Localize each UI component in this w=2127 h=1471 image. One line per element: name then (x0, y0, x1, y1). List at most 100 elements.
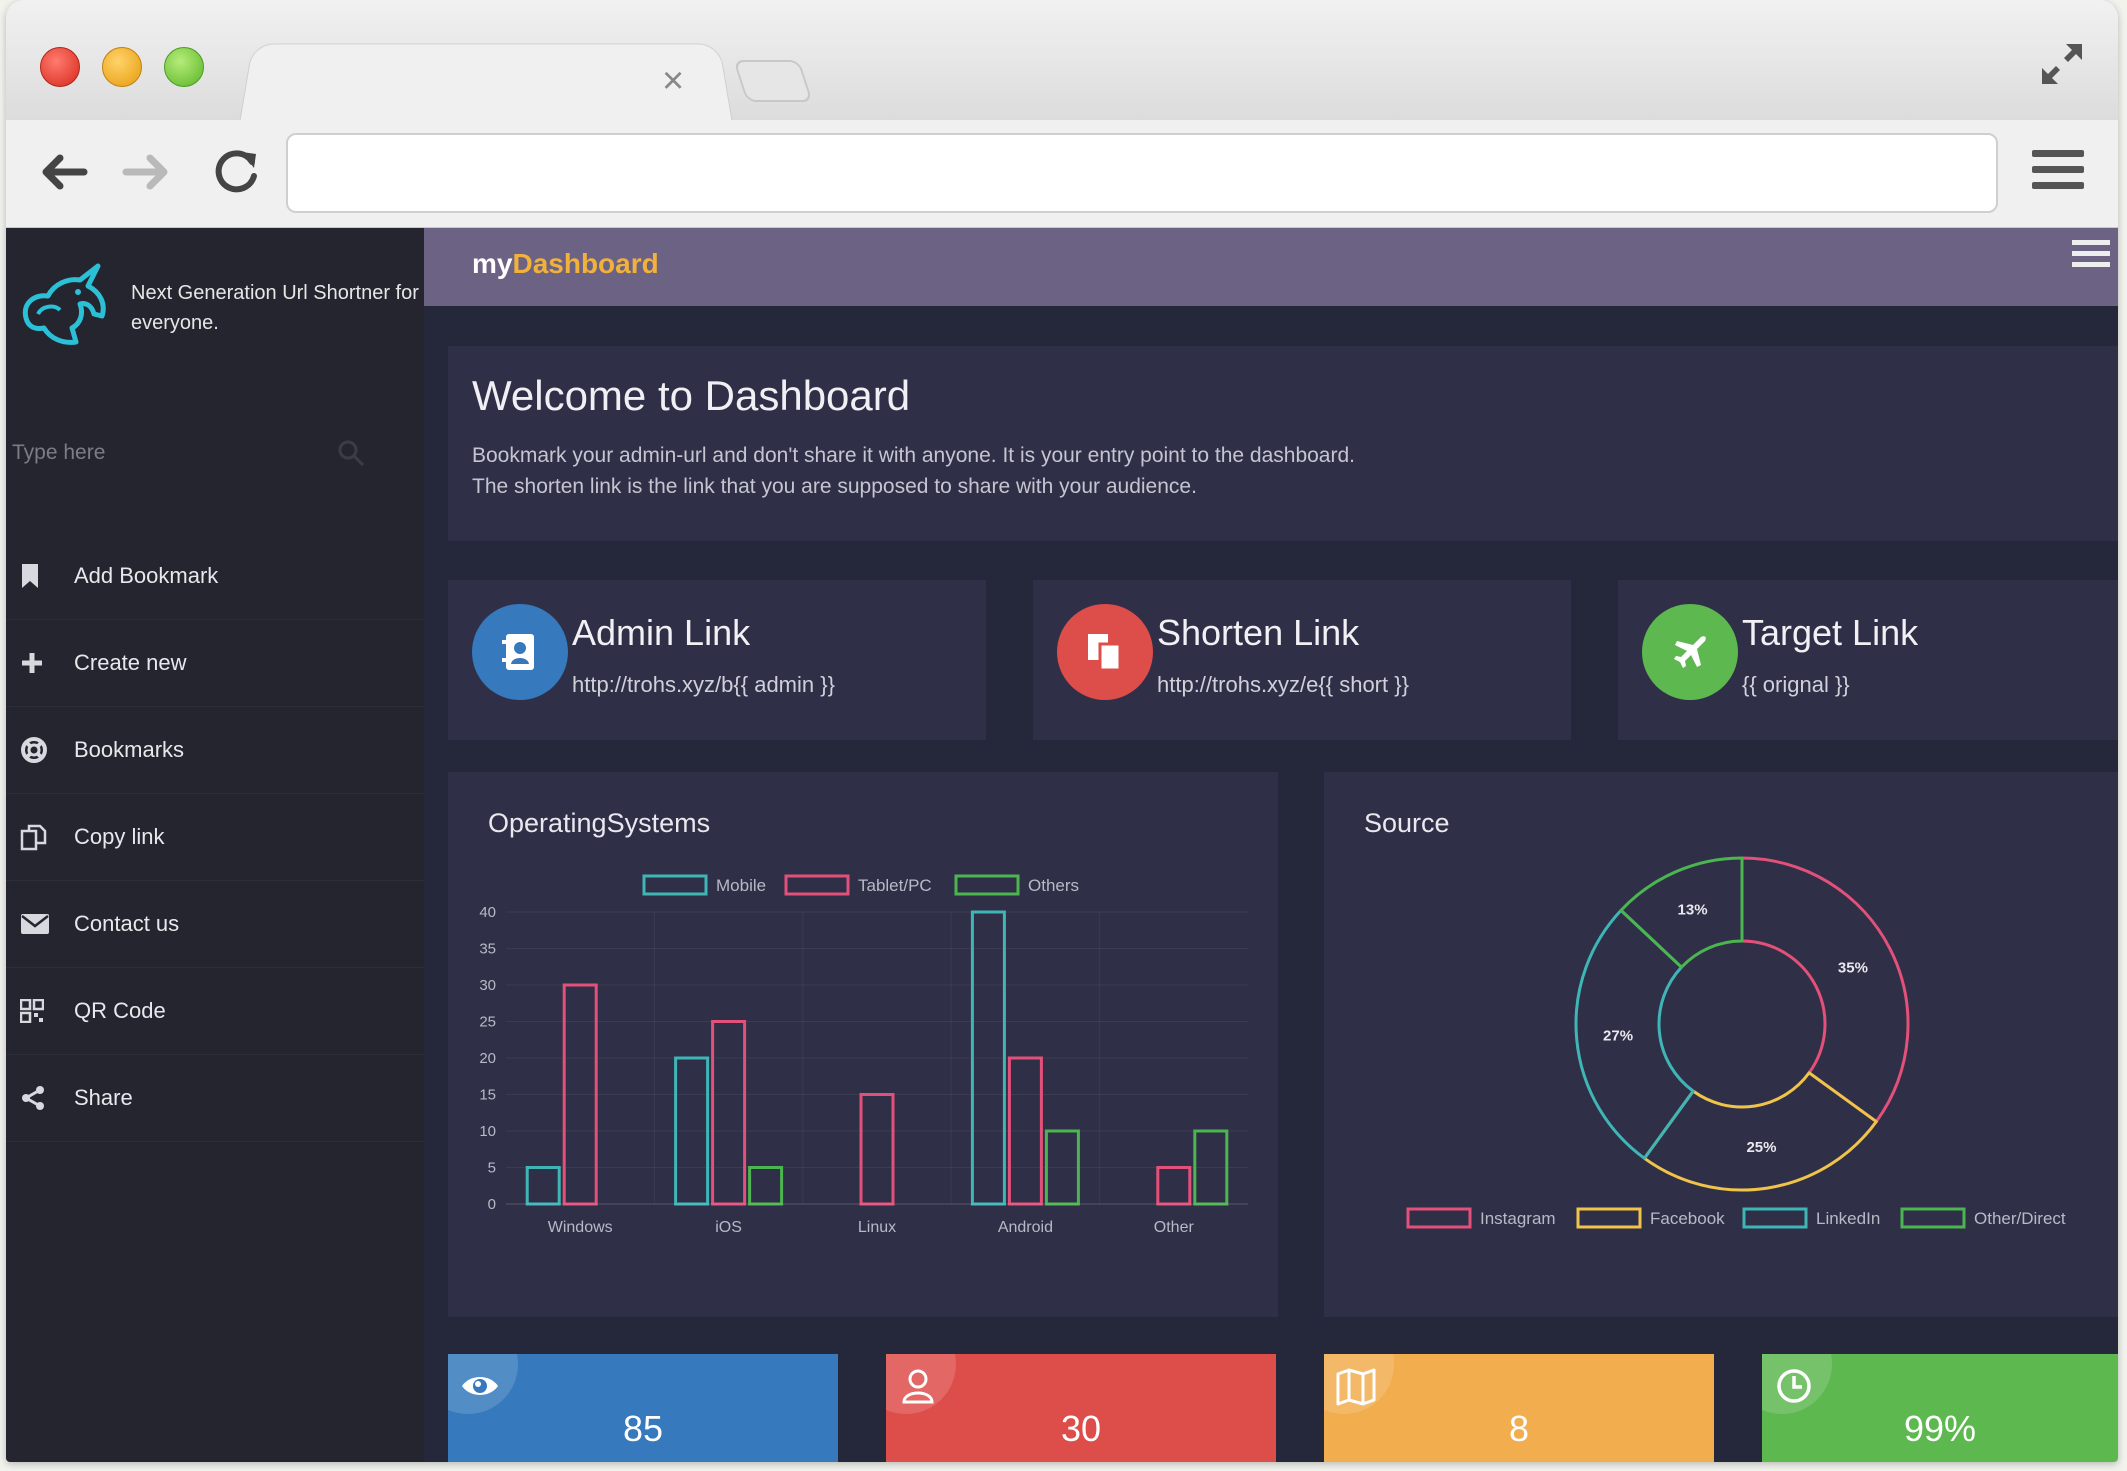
expand-icon[interactable] (2038, 40, 2086, 88)
slice-label: 27% (1603, 1028, 1633, 1045)
new-tab-button[interactable] (733, 60, 813, 102)
bookmark-icon (20, 562, 56, 590)
app-title-highlight: Dashboard (512, 248, 659, 279)
welcome-line-2: The shorten link is the link that you ar… (472, 475, 1197, 498)
back-arrow-icon[interactable] (34, 144, 90, 200)
sidebar-item-label: Contact us (74, 911, 180, 936)
doughnut-slice (1740, 856, 1910, 1124)
sidebar-item-label: Copy link (74, 824, 165, 849)
y-tick-label: 30 (479, 977, 496, 994)
sidebar-item-label: Add Bookmark (74, 563, 219, 588)
source-chart-panel: Source 35% 25% 27% 13% Instagram Facebook Link… (1324, 772, 2118, 1317)
slice-label: 13% (1678, 902, 1708, 919)
sidebar-item-label: Create new (74, 650, 187, 675)
unicorn-logo-icon (22, 263, 106, 345)
shorten-link-card[interactable]: Shorten Link http://trohs.xyz/e{{ short … (1033, 580, 1571, 740)
sidebar-item-create-new[interactable]: Create new (6, 620, 424, 707)
x-tick-label: Linux (858, 1219, 896, 1236)
sidebar-item-copy-link[interactable]: Copy link (6, 794, 424, 881)
address-bar[interactable] (286, 133, 1998, 213)
minimize-window-button[interactable] (102, 47, 142, 87)
y-tick-label: 20 (479, 1050, 496, 1067)
browser-window: × Next Generation Url Shortner for every… (6, 0, 2118, 1462)
menu-toggle-icon[interactable] (2072, 240, 2110, 272)
search-icon[interactable] (336, 438, 366, 468)
sidebar-item-share[interactable]: Share (6, 1055, 424, 1142)
sidebar-item-contact-us[interactable]: Contact us (6, 881, 424, 968)
users-stat-tile[interactable]: 30 (886, 1354, 1276, 1462)
browser-titlebar: × (6, 0, 2118, 123)
doughnut-slice (1642, 1071, 1878, 1192)
contact-book-icon (472, 604, 568, 700)
sidebar-menu: Add Bookmark Create new Bookmarks Copy l… (6, 533, 424, 1142)
clock-icon (1777, 1369, 1811, 1403)
close-window-button[interactable] (40, 47, 80, 87)
legend-label: Tablet/PC (858, 876, 932, 895)
doughnut-slice (1574, 908, 1695, 1160)
shorten-link-url[interactable]: http://trohs.xyz/e{{ short }} (1157, 672, 1409, 698)
maximize-window-button[interactable] (164, 47, 204, 87)
legend-label: Mobile (716, 876, 766, 895)
sidebar-item-qr-code[interactable]: QR Code (6, 968, 424, 1055)
stat-value: 85 (622, 1408, 664, 1449)
uptime-stat-tile[interactable]: 99% (1762, 1354, 2118, 1462)
admin-link-url[interactable]: http://trohs.xyz/b{{ admin }} (572, 672, 835, 698)
app-title[interactable]: myDashboard (472, 248, 659, 280)
y-tick-label: 15 (479, 1087, 496, 1104)
legend-label: Facebook (1650, 1209, 1725, 1228)
x-tick-label: iOS (715, 1219, 742, 1236)
legend-swatch (642, 874, 708, 896)
forward-arrow-icon[interactable] (120, 144, 176, 200)
search-input[interactable]: Type here (12, 433, 372, 473)
map-icon (1336, 1368, 1376, 1406)
bar (859, 1093, 895, 1206)
legend-label: Instagram (1480, 1209, 1556, 1228)
browser-tab[interactable] (239, 43, 733, 123)
legend-swatch (1406, 1207, 1472, 1229)
bar (525, 1166, 561, 1206)
close-icon[interactable]: × (662, 62, 684, 100)
app-root: Next Generation Url Shortner for everyon… (6, 228, 2118, 1462)
share-icon (20, 1084, 56, 1112)
y-tick-label: 5 (488, 1160, 496, 1177)
browser-menu-icon[interactable] (2032, 150, 2084, 194)
copy-icon (20, 823, 56, 851)
legend-swatch (1742, 1207, 1808, 1229)
target-link-card[interactable]: Target Link {{ orignal }} (1618, 580, 2118, 740)
x-tick-label: Windows (548, 1219, 613, 1236)
page-title: Welcome to Dashboard (472, 372, 911, 419)
views-stat-tile[interactable]: 85 (448, 1354, 838, 1462)
lifebuoy-icon (20, 736, 56, 764)
reload-icon[interactable] (208, 144, 264, 200)
locations-stat-tile[interactable]: 8 (1324, 1354, 1714, 1462)
sidebar-item-add-bookmark[interactable]: Add Bookmark (6, 533, 424, 620)
sidebar-item-label: Bookmarks (74, 737, 185, 762)
target-link-url[interactable]: {{ orignal }} (1742, 672, 1850, 698)
x-tick-label: Android (998, 1219, 1053, 1236)
stat-value: 8 (1508, 1408, 1530, 1449)
plus-icon (20, 649, 56, 677)
copy-files-icon (1057, 604, 1153, 700)
card-title: Target Link (1742, 612, 1919, 653)
y-tick-label: 40 (479, 904, 496, 921)
envelope-icon (20, 910, 56, 938)
welcome-line-1: Bookmark your admin-url and don't share … (472, 444, 1355, 467)
stat-value: 99% (1903, 1408, 1977, 1449)
legend-label: Others (1028, 876, 1079, 895)
y-tick-label: 25 (479, 1014, 496, 1031)
legend-swatch (954, 874, 1020, 896)
x-tick-label: Other (1154, 1219, 1195, 1236)
admin-link-card[interactable]: Admin Link http://trohs.xyz/b{{ admin }} (448, 580, 986, 740)
main-content: Welcome to Dashboard Bookmark your admin… (424, 306, 2118, 1462)
legend-swatch (1576, 1207, 1642, 1229)
card-title: Shorten Link (1157, 612, 1360, 653)
bar (748, 1166, 784, 1206)
y-tick-label: 10 (479, 1123, 496, 1140)
welcome-panel: Welcome to Dashboard Bookmark your admin… (448, 346, 2118, 541)
sidebar-item-bookmarks[interactable]: Bookmarks (6, 707, 424, 794)
app-title-prefix: my (472, 248, 513, 279)
legend-swatch (784, 874, 850, 896)
y-tick-label: 35 (479, 941, 496, 958)
plane-icon (1642, 604, 1738, 700)
bar (711, 1020, 747, 1206)
